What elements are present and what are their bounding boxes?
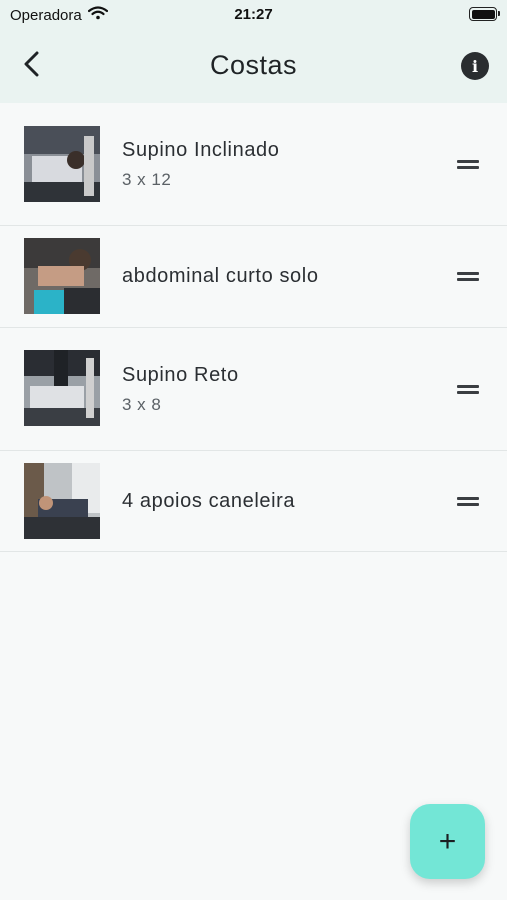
exercise-name: abdominal curto solo: [122, 265, 319, 287]
drag-handle-icon[interactable]: [457, 383, 479, 395]
list-item[interactable]: 4 apoios caneleira: [0, 451, 507, 552]
info-button[interactable]: i: [461, 52, 489, 80]
status-time: 21:27: [234, 6, 273, 23]
list-item[interactable]: Supino Reto 3 x 8: [0, 328, 507, 451]
exercise-thumbnail: [24, 350, 100, 426]
exercise-name: Supino Inclinado: [122, 139, 280, 161]
battery-icon: [469, 7, 500, 21]
exercise-list: Supino Inclinado 3 x 12 abdominal curto …: [0, 103, 507, 552]
info-icon: i: [471, 56, 479, 76]
status-bar: Operadora 21:27: [0, 0, 507, 30]
drag-handle-icon[interactable]: [457, 158, 479, 170]
navigation-bar: Costas i: [0, 30, 507, 103]
list-item[interactable]: abdominal curto solo: [0, 226, 507, 328]
plus-icon: +: [438, 824, 457, 858]
exercise-name: Supino Reto: [122, 364, 239, 386]
drag-handle-icon[interactable]: [457, 495, 479, 507]
exercise-name: 4 apoios caneleira: [122, 490, 296, 512]
page-title: Costas: [209, 50, 298, 80]
exercise-thumbnail: [24, 126, 100, 202]
list-item[interactable]: Supino Inclinado 3 x 12: [0, 103, 507, 226]
exercise-detail: 3 x 8: [122, 395, 162, 414]
exercise-thumbnail: [24, 463, 100, 539]
drag-handle-icon[interactable]: [457, 270, 479, 282]
add-exercise-button[interactable]: +: [410, 804, 485, 879]
exercise-detail: 3 x 12: [122, 170, 172, 189]
exercise-thumbnail: [24, 238, 100, 314]
